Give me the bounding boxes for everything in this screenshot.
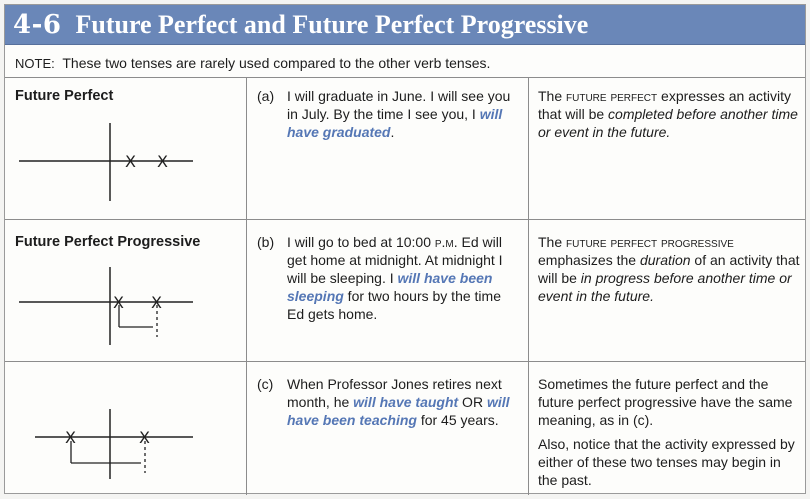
column-divider bbox=[528, 77, 529, 495]
timeline-diagram-same-meaning: X X bbox=[35, 409, 193, 479]
explanation-same-meaning: Sometimes the future perfect and the fut… bbox=[538, 375, 800, 495]
explanation-future-perfect: The future perfect expresses an activity… bbox=[538, 88, 798, 140]
explanation-paragraph: Sometimes the future perfect and the fut… bbox=[538, 376, 793, 428]
grammar-chart: 4-6 Future Perfect and Future Perfect Pr… bbox=[4, 4, 806, 495]
example-b: (b) I will go to bed at 10:00 p.m. Ed wi… bbox=[257, 234, 503, 322]
example-c: (c) When Professor Jones retires next mo… bbox=[257, 376, 510, 428]
column-divider bbox=[246, 77, 247, 495]
explanation-paragraph: Also, notice that the activity expressed… bbox=[538, 436, 795, 488]
svg-text:X: X bbox=[139, 428, 150, 447]
explanation-future-perfect-progressive: The future perfect progressive emphasize… bbox=[538, 234, 800, 304]
example-a: (a) I will graduate in June. I will see … bbox=[257, 88, 511, 140]
